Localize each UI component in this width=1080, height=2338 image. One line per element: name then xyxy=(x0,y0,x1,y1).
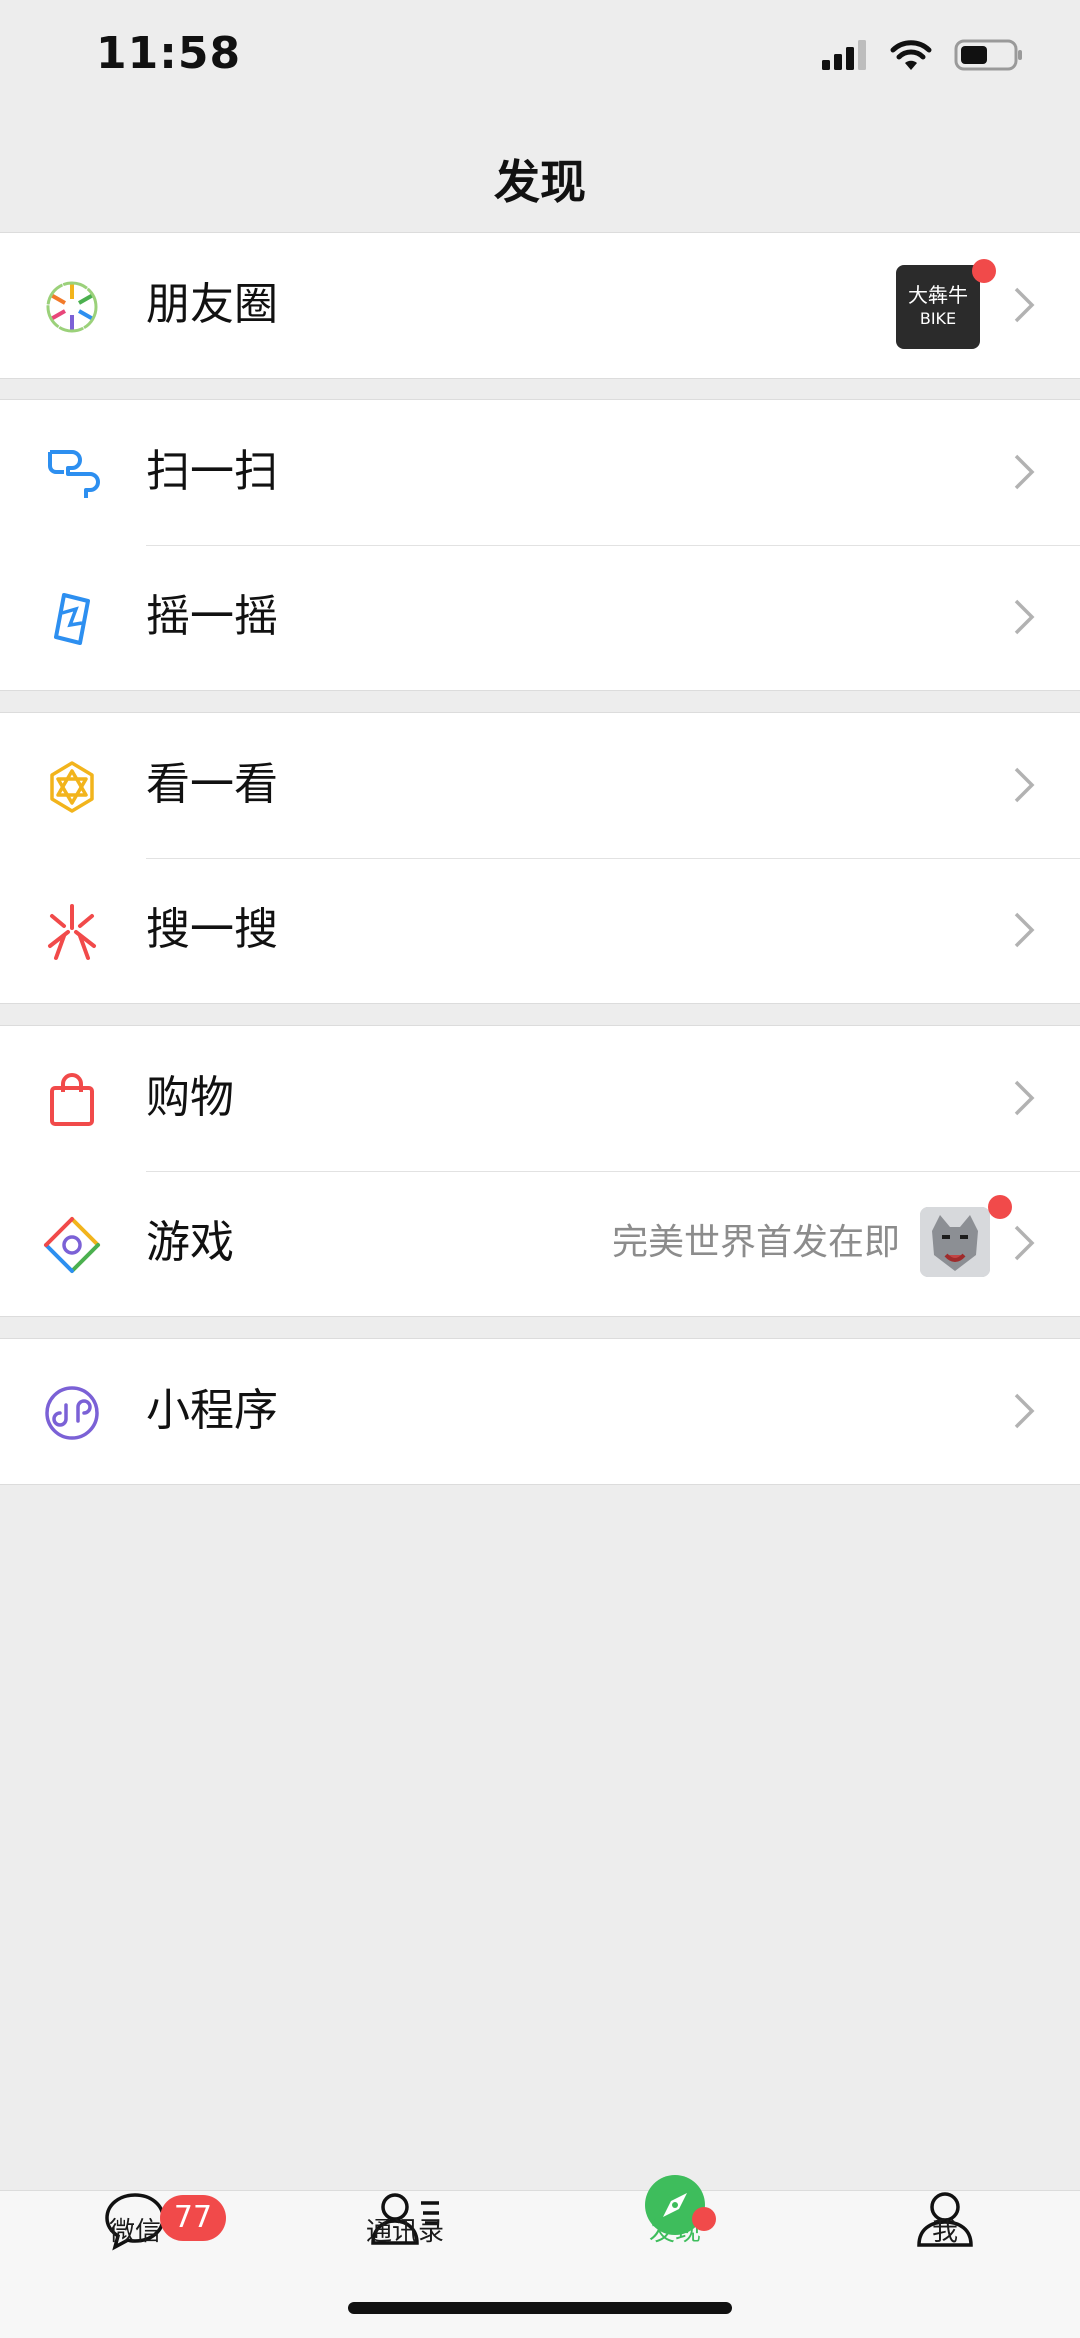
menu-item-label: 扫一扫 xyxy=(146,446,278,497)
tab-discover[interactable]: 发现 xyxy=(540,2175,810,2301)
thumbnail-text: 大犇牛 xyxy=(908,283,968,307)
chevron-right-icon xyxy=(1014,1225,1035,1261)
menu-item-label: 搜一搜 xyxy=(146,904,278,955)
menu-item-mini-programs[interactable]: 小程序 xyxy=(0,1339,1080,1484)
search-icon xyxy=(48,904,96,960)
tab-label: 我 xyxy=(931,2217,958,2247)
menu-item-search[interactable]: 搜一搜 xyxy=(0,858,1080,1003)
shopping-icon xyxy=(50,1073,94,1126)
games-unread-dot xyxy=(988,1195,1012,1219)
menu-item-label: 看一看 xyxy=(146,759,278,810)
moments-latest-thumbnail: 大犇牛 BIKE xyxy=(896,265,980,349)
tab-contacts[interactable]: 通讯录 xyxy=(270,2191,540,2301)
tiger-image-icon xyxy=(920,1207,990,1277)
chevron-right-icon xyxy=(1014,1393,1035,1429)
status-bar: 11:58 xyxy=(0,0,1080,120)
menu-group-moments: 朋友圈 大犇牛 BIKE xyxy=(0,232,1080,379)
menu-item-moments[interactable]: 朋友圈 大犇牛 BIKE xyxy=(0,233,1080,378)
home-indicator xyxy=(348,2302,732,2314)
menu-item-label: 游戏 xyxy=(146,1217,234,1268)
top-stories-icon xyxy=(50,761,94,813)
status-time: 11:58 xyxy=(96,28,242,79)
chevron-right-icon xyxy=(1014,1080,1035,1116)
games-icon xyxy=(44,1217,100,1273)
shake-icon xyxy=(54,593,90,645)
menu-item-shake[interactable]: 摇一摇 xyxy=(0,545,1080,690)
tab-label: 通讯录 xyxy=(365,2217,444,2247)
menu-group-commerce: 购物 游戏 完美世界首发在即 xyxy=(0,1025,1080,1317)
tab-me[interactable]: 我 xyxy=(810,2191,1080,2301)
menu-item-games[interactable]: 游戏 完美世界首发在即 xyxy=(0,1171,1080,1316)
chevron-right-icon xyxy=(1014,287,1035,323)
tab-bar: 微信 77 通讯录 发现 我 xyxy=(0,2175,1080,2338)
scan-icon xyxy=(48,450,100,498)
nav-bar: 发现 xyxy=(0,120,1080,232)
menu-item-top-stories[interactable]: 看一看 xyxy=(0,713,1080,858)
battery-icon xyxy=(954,39,1022,71)
chevron-right-icon xyxy=(1014,767,1035,803)
menu-item-label: 购物 xyxy=(146,1072,234,1123)
mini-programs-icon xyxy=(45,1386,99,1440)
tab-chats[interactable]: 微信 77 xyxy=(0,2191,270,2301)
signal-icon xyxy=(822,40,866,70)
tab-label: 发现 xyxy=(648,2217,701,2247)
menu-group-mini-programs: 小程序 xyxy=(0,1338,1080,1485)
moments-unread-dot xyxy=(972,259,996,283)
menu-item-label: 朋友圈 xyxy=(146,279,278,330)
moments-icon xyxy=(46,281,98,333)
menu-item-scan[interactable]: 扫一扫 xyxy=(0,400,1080,545)
games-promo-thumbnail xyxy=(920,1207,990,1277)
menu-item-label: 小程序 xyxy=(146,1385,278,1436)
thumbnail-text-brand: BIKE xyxy=(919,309,957,328)
menu-group-tools: 扫一扫 摇一摇 xyxy=(0,399,1080,691)
menu-item-label: 摇一摇 xyxy=(146,591,278,642)
status-icons xyxy=(822,38,1024,72)
chevron-right-icon xyxy=(1014,454,1035,490)
discover-unread-dot xyxy=(692,2207,716,2231)
games-promo-text: 完美世界首发在即 xyxy=(611,1222,900,1263)
menu-item-shopping[interactable]: 购物 xyxy=(0,1026,1080,1171)
page-title: 发现 xyxy=(494,155,586,209)
chevron-right-icon xyxy=(1014,599,1035,635)
unread-count-badge: 77 xyxy=(160,2195,226,2241)
tab-label: 微信 xyxy=(108,2217,161,2247)
menu-group-content: 看一看 搜一搜 xyxy=(0,712,1080,1004)
wifi-icon xyxy=(890,40,932,70)
chevron-right-icon xyxy=(1014,912,1035,948)
